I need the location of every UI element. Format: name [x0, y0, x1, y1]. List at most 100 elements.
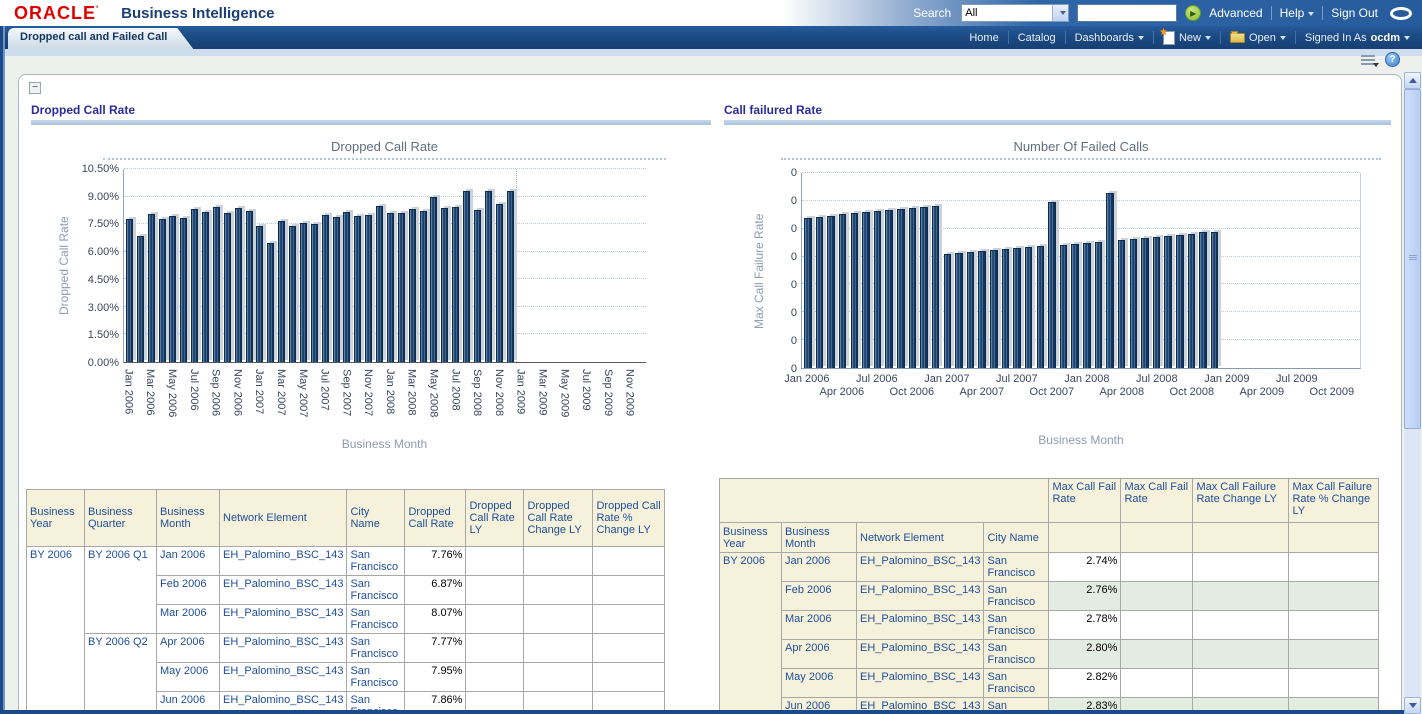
- bar[interactable]: [1211, 232, 1218, 369]
- bar[interactable]: [246, 211, 253, 362]
- search-scope-select[interactable]: All: [961, 4, 1069, 22]
- nav-new[interactable]: ★ New: [1163, 31, 1211, 45]
- bar[interactable]: [1153, 237, 1160, 368]
- bar[interactable]: [398, 213, 405, 362]
- bar[interactable]: [874, 211, 881, 368]
- city-name-cell[interactable]: San Francisco: [347, 547, 405, 576]
- bar[interactable]: [202, 212, 209, 362]
- business-month-cell[interactable]: May 2006: [157, 663, 220, 692]
- bar[interactable]: [1025, 247, 1032, 368]
- bar[interactable]: [126, 219, 133, 362]
- nav-open[interactable]: Open: [1230, 32, 1286, 44]
- bar[interactable]: [1013, 248, 1020, 368]
- city-name-cell[interactable]: San Francisco: [984, 669, 1049, 698]
- bar[interactable]: [507, 191, 514, 362]
- network-element-cell[interactable]: EH_Palomino_BSC_143: [857, 611, 984, 640]
- bar[interactable]: [1071, 244, 1078, 368]
- bar[interactable]: [289, 226, 296, 362]
- network-element-cell[interactable]: EH_Palomino_BSC_143: [857, 640, 984, 669]
- bar[interactable]: [1095, 242, 1102, 368]
- collapse-section-icon[interactable]: −: [29, 82, 41, 94]
- bar[interactable]: [990, 250, 997, 368]
- bar[interactable]: [420, 211, 427, 362]
- city-name-cell[interactable]: San Francisco: [984, 553, 1049, 582]
- bar[interactable]: [1199, 232, 1206, 368]
- bar[interactable]: [1176, 235, 1183, 368]
- bar[interactable]: [1188, 234, 1195, 368]
- bar[interactable]: [387, 213, 394, 362]
- bar[interactable]: [343, 212, 350, 362]
- bar[interactable]: [920, 207, 927, 368]
- tab-dropped-call-and-failed-call[interactable]: Dropped call and Failed Call: [8, 28, 193, 49]
- business-month-cell[interactable]: Feb 2006: [157, 576, 220, 605]
- network-element-cell[interactable]: EH_Palomino_BSC_143: [220, 605, 347, 634]
- network-element-cell[interactable]: EH_Palomino_BSC_143: [857, 582, 984, 611]
- business-month-cell[interactable]: May 2006: [782, 669, 857, 698]
- help-menu[interactable]: Help: [1280, 6, 1315, 20]
- scroll-up-button[interactable]: [1404, 72, 1421, 89]
- business-month-cell[interactable]: Apr 2006: [782, 640, 857, 669]
- bar[interactable]: [463, 191, 470, 362]
- vertical-scrollbar[interactable]: [1404, 72, 1421, 714]
- bar[interactable]: [1037, 246, 1044, 368]
- business-month-cell[interactable]: Jan 2006: [782, 553, 857, 582]
- bar[interactable]: [300, 223, 307, 362]
- bar[interactable]: [955, 253, 962, 368]
- city-name-cell[interactable]: San Francisco: [347, 663, 405, 692]
- bar[interactable]: [430, 197, 437, 362]
- bar[interactable]: [885, 210, 892, 368]
- bar[interactable]: [851, 213, 858, 368]
- bar[interactable]: [376, 206, 383, 362]
- bar[interactable]: [485, 191, 492, 362]
- city-name-cell[interactable]: San Francisco: [347, 634, 405, 663]
- bar[interactable]: [137, 236, 144, 362]
- bar[interactable]: [441, 208, 448, 362]
- scroll-down-button[interactable]: [1404, 697, 1421, 714]
- bar[interactable]: [213, 207, 220, 362]
- business-year-cell[interactable]: BY 2006: [720, 553, 782, 714]
- bar[interactable]: [978, 251, 985, 368]
- bar[interactable]: [827, 216, 834, 368]
- network-element-cell[interactable]: EH_Palomino_BSC_143: [220, 547, 347, 576]
- business-month-cell[interactable]: Feb 2006: [782, 582, 857, 611]
- business-year-cell[interactable]: BY 2006: [27, 547, 85, 714]
- signed-in-menu[interactable]: Signed In Asocdm: [1305, 32, 1410, 44]
- search-go-button[interactable]: ▶: [1185, 5, 1201, 21]
- bar[interactable]: [1106, 193, 1113, 369]
- city-name-cell[interactable]: San Francisco: [984, 582, 1049, 611]
- bar[interactable]: [1164, 236, 1171, 368]
- bar[interactable]: [1130, 239, 1137, 368]
- nav-dashboards[interactable]: Dashboards: [1075, 32, 1144, 44]
- select-dropdown-button[interactable]: [1052, 5, 1068, 21]
- bar[interactable]: [1048, 202, 1055, 368]
- bar[interactable]: [967, 252, 974, 368]
- business-month-cell[interactable]: Jan 2006: [157, 547, 220, 576]
- network-element-cell[interactable]: EH_Palomino_BSC_143: [220, 576, 347, 605]
- nav-home[interactable]: Home: [969, 32, 998, 44]
- bar[interactable]: [1141, 238, 1148, 368]
- bar[interactable]: [496, 204, 503, 362]
- bar[interactable]: [148, 214, 155, 362]
- bar[interactable]: [169, 216, 176, 362]
- business-month-cell[interactable]: Apr 2006: [157, 634, 220, 663]
- bar[interactable]: [816, 217, 823, 368]
- bar[interactable]: [278, 221, 285, 362]
- bar[interactable]: [1118, 240, 1125, 368]
- network-element-cell[interactable]: EH_Palomino_BSC_143: [220, 634, 347, 663]
- sign-out-link[interactable]: Sign Out: [1331, 6, 1378, 20]
- network-element-cell[interactable]: EH_Palomino_BSC_143: [857, 553, 984, 582]
- bar[interactable]: [474, 210, 481, 362]
- bar[interactable]: [180, 218, 187, 362]
- city-name-cell[interactable]: San Francisco: [984, 640, 1049, 669]
- city-name-cell[interactable]: San Francisco: [347, 576, 405, 605]
- network-element-cell[interactable]: EH_Palomino_BSC_143: [220, 663, 347, 692]
- bar[interactable]: [354, 216, 361, 362]
- bar[interactable]: [159, 219, 166, 362]
- bar[interactable]: [333, 217, 340, 362]
- scrollbar-thumb[interactable]: [1404, 89, 1421, 429]
- bar[interactable]: [224, 213, 231, 362]
- bar[interactable]: [409, 209, 416, 362]
- city-name-cell[interactable]: San Francisco: [347, 605, 405, 634]
- business-quarter-cell[interactable]: BY 2006 Q2: [85, 634, 157, 714]
- bar[interactable]: [839, 214, 846, 368]
